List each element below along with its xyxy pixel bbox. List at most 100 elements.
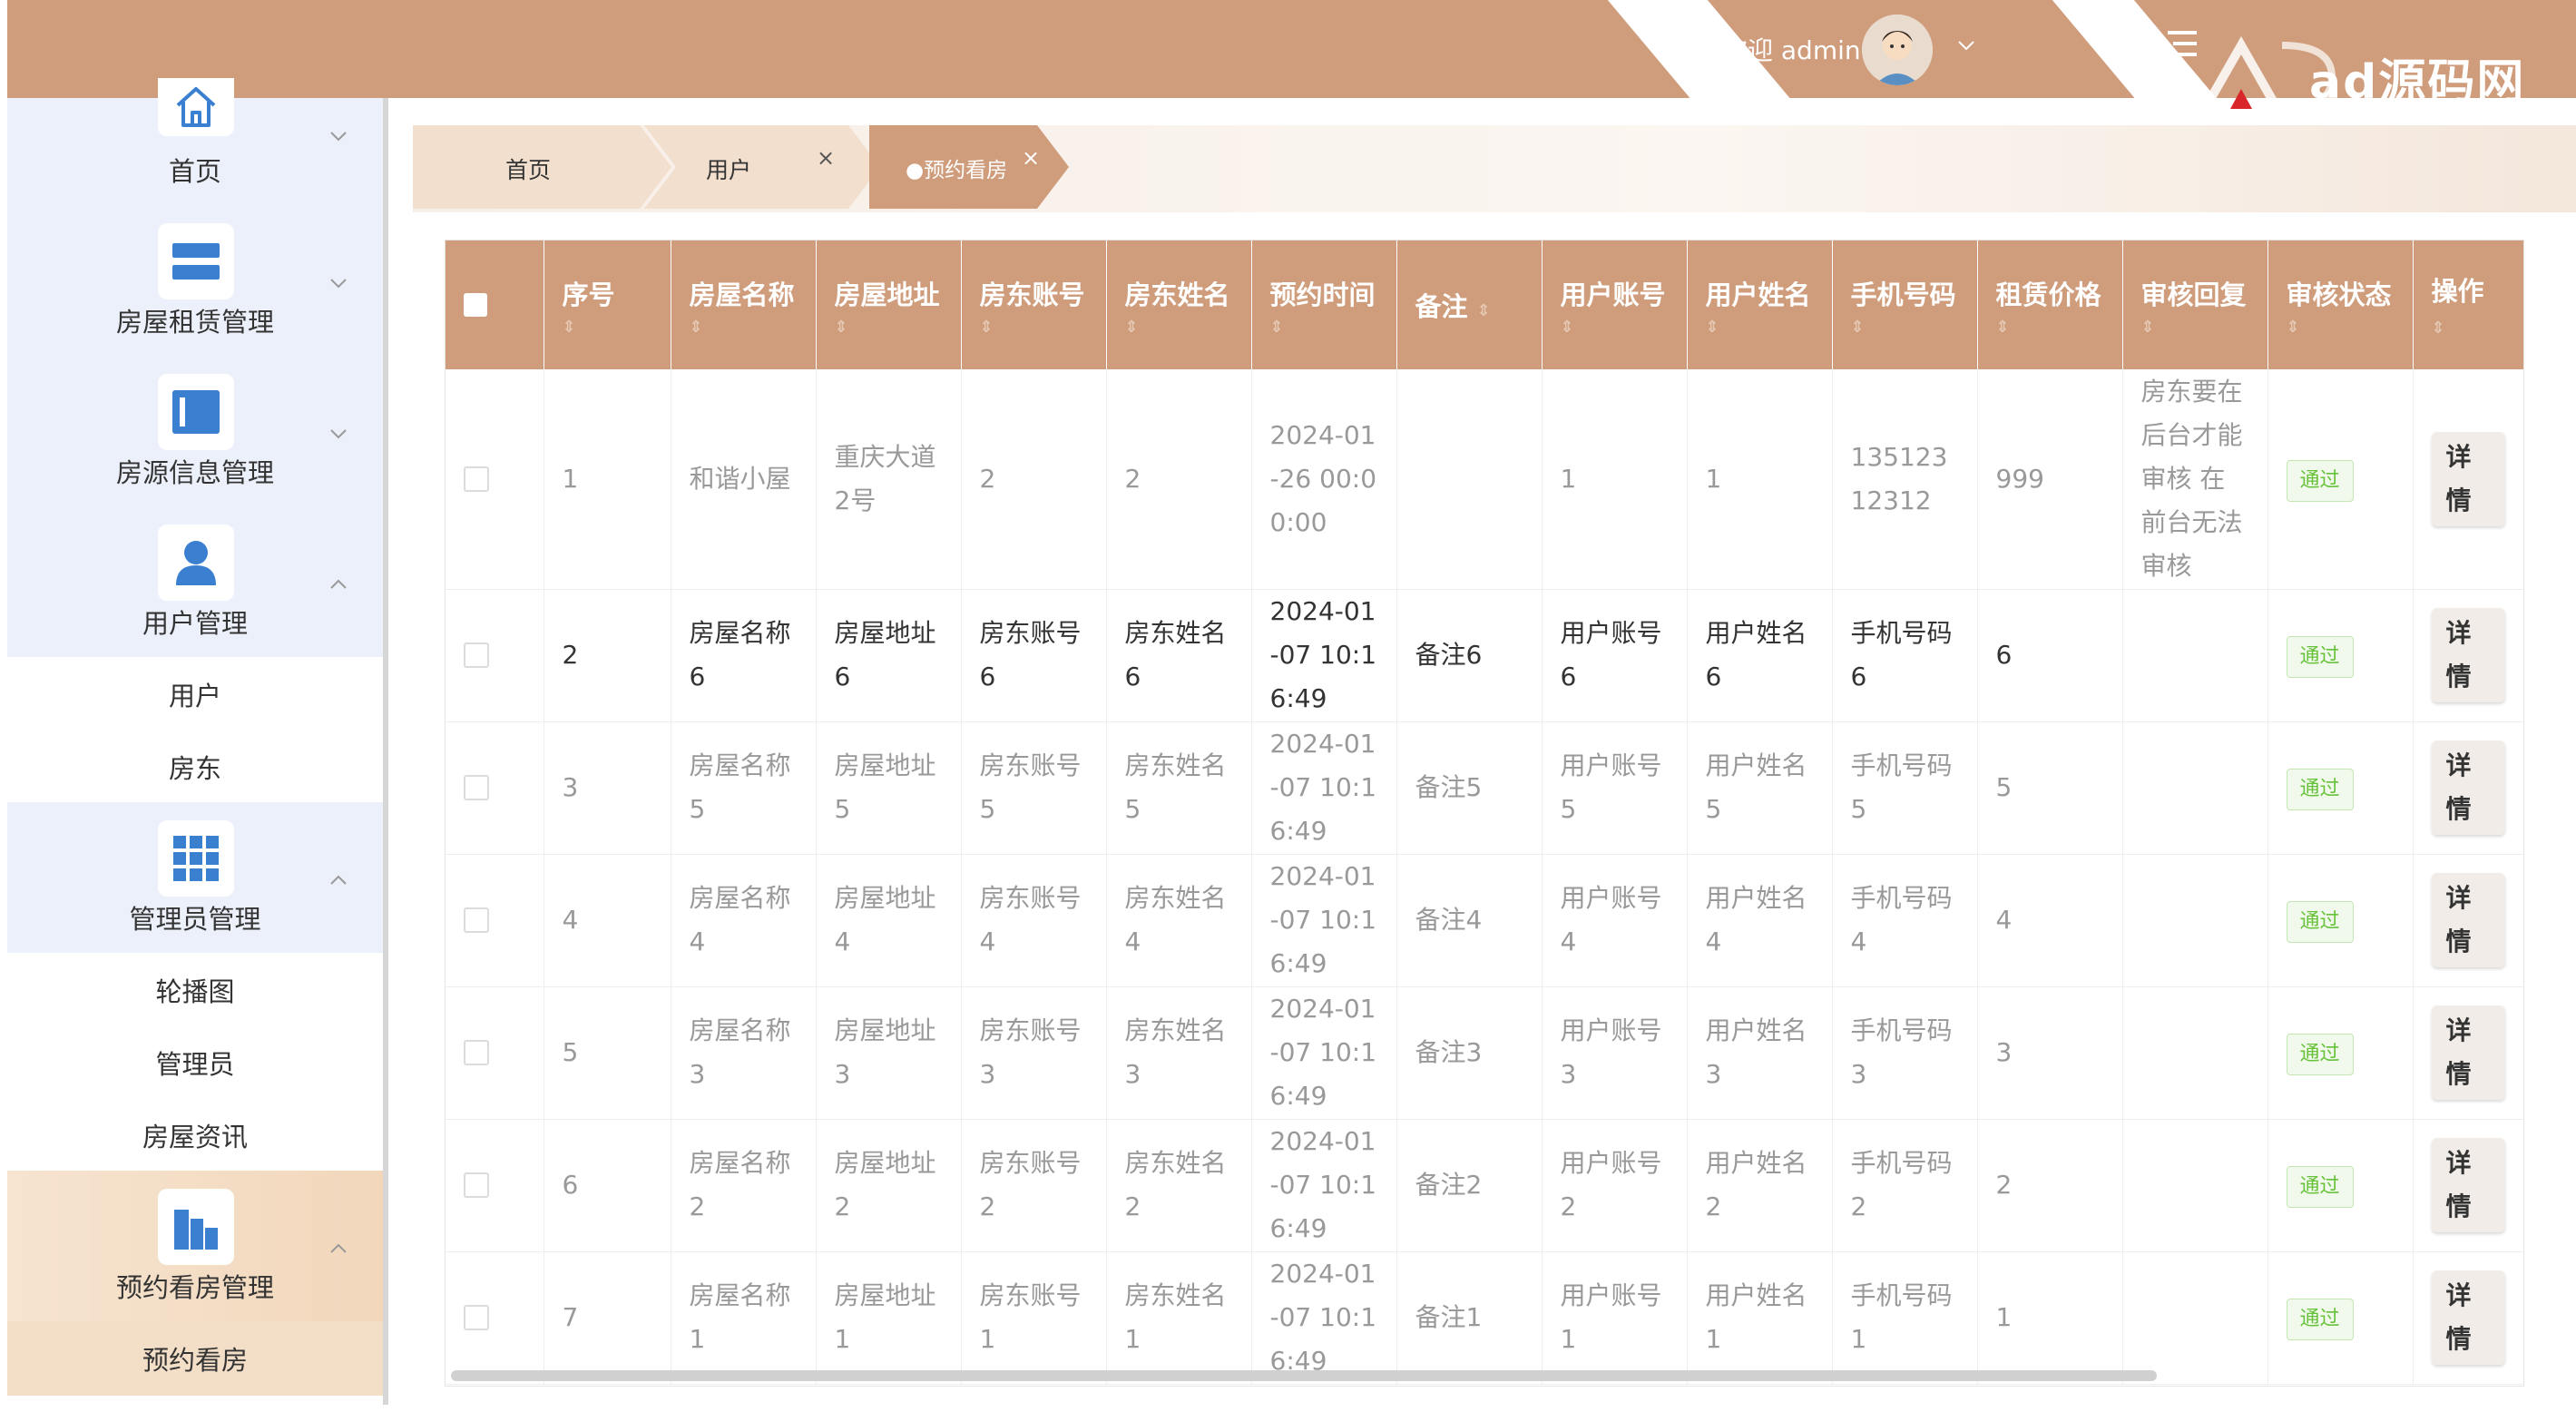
- cell: 用户账号6: [1542, 589, 1688, 722]
- status-badge: 通过: [2286, 1299, 2354, 1340]
- sidebar-item-admin-mgmt[interactable]: 管理员管理: [7, 820, 383, 938]
- sidebar-item-booking-mgmt[interactable]: 预约看房管理: [7, 1171, 383, 1321]
- cell: 房东账号1: [961, 1251, 1107, 1385]
- cell: [2122, 1119, 2268, 1252]
- column-header[interactable]: 用户姓名 ⇕: [1687, 240, 1833, 369]
- row-checkbox[interactable]: [464, 907, 489, 933]
- row-select-cell: [446, 1251, 544, 1385]
- detail-button[interactable]: 详情: [2431, 1138, 2505, 1232]
- chevron-down-icon[interactable]: [1955, 34, 1977, 56]
- sidebar-item-users[interactable]: 用户: [7, 675, 383, 713]
- sidebar-item-landlords[interactable]: 房东: [7, 748, 383, 786]
- column-header[interactable]: 审核状态 ⇕: [2267, 240, 2414, 369]
- sort-icon[interactable]: ⇕: [1996, 318, 2104, 337]
- sidebar-item-rental[interactable]: 房屋租赁管理: [7, 223, 383, 341]
- cell: 备注2: [1396, 1119, 1543, 1252]
- cell: 重庆大道2号: [816, 369, 962, 590]
- column-header[interactable]: 手机号码 ⇕: [1832, 240, 1978, 369]
- sort-icon[interactable]: ⇕: [835, 318, 943, 337]
- sort-icon[interactable]: ⇕: [2141, 318, 2249, 337]
- table-horizontal-scrollbar[interactable]: [451, 1370, 2157, 1381]
- detail-button[interactable]: 详情: [2431, 1270, 2505, 1365]
- sort-icon[interactable]: ⇕: [1270, 318, 1378, 337]
- detail-button[interactable]: 详情: [2431, 740, 2505, 835]
- cell: 房东姓名5: [1106, 721, 1252, 855]
- sort-icon[interactable]: ⇕: [690, 318, 798, 337]
- table-row: 4 房屋名称4 房屋地址4 房东账号4 房东姓名4 2024-01-07 10:16:49…: [446, 854, 2523, 987]
- sort-icon[interactable]: ⇕: [2287, 318, 2395, 337]
- column-header[interactable]: 用户账号 ⇕: [1542, 240, 1688, 369]
- column-header[interactable]: 房屋名称 ⇕: [671, 240, 817, 369]
- row-checkbox[interactable]: [464, 1172, 489, 1198]
- row-checkbox[interactable]: [464, 1305, 489, 1330]
- column-header[interactable]: 序号 ⇕: [544, 240, 671, 369]
- row-checkbox[interactable]: [464, 466, 489, 492]
- column-header[interactable]: 房东账号 ⇕: [961, 240, 1107, 369]
- row-checkbox[interactable]: [464, 1040, 489, 1065]
- tab-home[interactable]: 首页: [413, 125, 671, 209]
- select-all-cell: [446, 240, 544, 369]
- column-header[interactable]: 备注 ⇕: [1396, 240, 1543, 369]
- sidebar-item-booking[interactable]: 预约看房: [7, 1339, 383, 1378]
- tab-users[interactable]: 用户 ×: [644, 125, 880, 209]
- cell: 房屋地址2: [816, 1119, 962, 1252]
- cell: [1396, 369, 1543, 590]
- status-badge: 通过: [2286, 636, 2354, 678]
- sidebar-item-news[interactable]: 房屋资讯: [7, 1116, 383, 1154]
- sort-icon[interactable]: ⇕: [1706, 318, 1814, 337]
- submenu-admin-mgmt: 轮播图 管理员 房屋资讯: [7, 953, 383, 1171]
- cell: [2122, 721, 2268, 855]
- tab-booking[interactable]: ●预约看房 ×: [869, 125, 1069, 209]
- action-cell: 详情: [2413, 721, 2523, 855]
- column-header[interactable]: 预约时间 ⇕: [1251, 240, 1397, 369]
- sidebar-item-home[interactable]: 首页: [7, 78, 383, 189]
- sort-icon[interactable]: ⇕: [1851, 318, 1959, 337]
- row-select-cell: [446, 589, 544, 722]
- detail-button[interactable]: 详情: [2431, 873, 2505, 967]
- sort-icon[interactable]: ⇕: [1477, 301, 1491, 320]
- home-icon: [158, 78, 234, 136]
- cell: 备注3: [1396, 986, 1543, 1120]
- table-row: 7 房屋名称1 房屋地址1 房东账号1 房东姓名1 2024-01-07 10:16:49…: [446, 1251, 2523, 1385]
- sidebar-item-carousel[interactable]: 轮播图: [7, 971, 383, 1009]
- column-header[interactable]: 房屋地址 ⇕: [816, 240, 962, 369]
- booking-table: 序号 ⇕ 房屋名称 ⇕ 房屋地址 ⇕ 房东账号 ⇕ 房东姓名 ⇕ 预约时间 ⇕ 备注 ⇕ 用…: [445, 240, 2524, 1387]
- sidebar-item-listings[interactable]: 房源信息管理: [7, 374, 383, 492]
- close-icon[interactable]: ×: [817, 145, 835, 171]
- avatar[interactable]: [1862, 15, 1933, 85]
- chevron-down-icon: [330, 132, 347, 142]
- row-checkbox[interactable]: [464, 775, 489, 800]
- sort-icon[interactable]: ⇕: [2432, 319, 2445, 338]
- cell: 备注1: [1396, 1251, 1543, 1385]
- sidebar-item-admins[interactable]: 管理员: [7, 1044, 383, 1082]
- column-header[interactable]: 审核回复 ⇕: [2122, 240, 2268, 369]
- cell: 2: [1106, 369, 1252, 590]
- detail-button[interactable]: 详情: [2431, 608, 2505, 702]
- status-badge: 通过: [2286, 769, 2354, 810]
- menu-toggle-icon[interactable]: [2164, 27, 2200, 60]
- row-checkbox[interactable]: [464, 642, 489, 668]
- sort-icon[interactable]: ⇕: [1561, 318, 1669, 337]
- status-cell: 通过: [2267, 986, 2414, 1120]
- column-header[interactable]: 房东姓名 ⇕: [1106, 240, 1252, 369]
- cell: [2122, 986, 2268, 1120]
- status-badge: 通过: [2286, 901, 2354, 943]
- sidebar-item-user-mgmt[interactable]: 用户管理: [7, 525, 383, 642]
- logo-text: ad源码网: [2309, 55, 2526, 110]
- cell: 房东账号2: [961, 1119, 1107, 1252]
- sort-icon[interactable]: ⇕: [563, 318, 652, 337]
- close-icon[interactable]: ×: [1022, 145, 1040, 171]
- detail-button[interactable]: 详情: [2431, 1005, 2505, 1100]
- sort-icon[interactable]: ⇕: [1125, 318, 1233, 337]
- cell: 房屋地址3: [816, 986, 962, 1120]
- select-all-checkbox[interactable]: [464, 293, 487, 317]
- cell: 2: [544, 589, 671, 722]
- detail-button[interactable]: 详情: [2431, 431, 2505, 526]
- table-row: 2 房屋名称6 房屋地址6 房东账号6 房东姓名6 2024-01-07 10:16:49…: [446, 589, 2523, 722]
- table-row: 1 和谐小屋 重庆大道2号 2 2 2024-01-26 00:00:00 1 1 135123…: [446, 369, 2523, 590]
- sort-icon[interactable]: ⇕: [980, 318, 1088, 337]
- column-header[interactable]: 租赁价格 ⇕: [1977, 240, 2123, 369]
- sidebar-scrollbar[interactable]: [383, 98, 388, 1405]
- cell: 房东姓名6: [1106, 589, 1252, 722]
- column-header[interactable]: 操作 ⇕: [2413, 240, 2523, 369]
